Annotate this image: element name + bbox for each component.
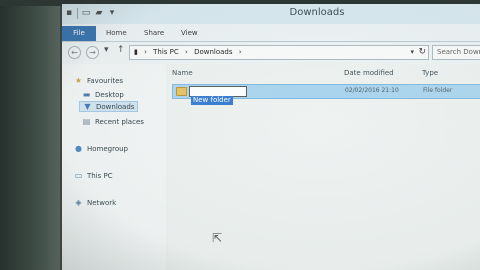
sidebar-item-label: Desktop [95,90,124,99]
address-dropdown-icon[interactable]: ▾ [410,48,414,56]
mouse-cursor-icon: ⇱ [212,231,223,245]
type-cell: File folder [423,87,453,94]
refresh-icon[interactable]: ↻ [418,47,426,57]
column-header-type[interactable]: Type [422,69,438,77]
window-title: Downloads [289,7,345,18]
breadcrumb-downloads[interactable]: Downloads [194,48,232,56]
column-header-date-modified[interactable]: Date modified [344,69,394,77]
recent-places-icon: ▤ [82,116,91,126]
chevron-icon[interactable]: › [144,48,147,56]
monitor-bezel [0,0,60,270]
pc-icon: ▮ [134,48,138,56]
table-row[interactable]: New folder 02/02/2016 21:10 File folder [172,84,480,105]
rename-text: New folder [191,96,233,105]
folder-icon [176,87,187,96]
sidebar-item-favourites[interactable]: ★ Favourites [74,75,123,86]
sidebar-item-desktop[interactable]: ▬ Desktop [82,89,124,100]
chevron-icon[interactable]: › [239,48,242,56]
tab-home[interactable]: Home [106,27,127,40]
star-icon: ★ [74,75,83,85]
title-bar: ▪ ▭ ▰ ▾ Downloads [62,4,480,24]
sidebar-item-label: Homegroup [87,144,129,153]
tab-share[interactable]: Share [144,27,164,40]
breadcrumb-this-pc[interactable]: This PC [153,48,179,56]
explorer-window: ▪ ▭ ▰ ▾ Downloads File Home Share View ←… [62,4,480,270]
downloads-icon: ▼ [84,101,91,111]
sidebar-item-network[interactable]: ◈ Network [74,197,116,208]
sidebar-item-label: Favourites [87,76,124,85]
computer-icon: ▭ [74,170,83,180]
navigation-pane: ★ Favourites ▬ Desktop ▼ Downloads ▤ Rec… [62,64,166,270]
sidebar-item-recent-places[interactable]: ▤ Recent places [82,116,144,127]
sidebar-item-this-pc[interactable]: ▭ This PC [74,170,113,181]
search-input[interactable]: Search Downl [432,45,480,60]
tab-view[interactable]: View [181,27,198,40]
recent-locations-icon[interactable]: ▾ [104,45,109,55]
date-modified-cell: 02/02/2016 21:10 [345,87,399,94]
column-header-name[interactable]: Name [172,69,193,77]
forward-button[interactable]: → [86,46,99,59]
breadcrumb: ▮ › This PC › Downloads › [134,48,246,56]
network-icon: ◈ [75,197,82,207]
back-button[interactable]: ← [68,46,81,59]
desktop-icon: ▬ [82,89,91,99]
ribbon-tabs: File Home Share View [62,24,480,42]
sidebar-item-label: Network [87,198,117,207]
address-bar[interactable]: ▮ › This PC › Downloads › ▾ ↻ [129,45,429,60]
up-arrow-icon[interactable]: ↑ [117,45,125,55]
homegroup-icon: ● [75,143,82,153]
rename-input[interactable]: New folder [189,86,247,105]
sidebar-item-label: Recent places [95,117,144,126]
sidebar-item-downloads[interactable]: ▼ Downloads [79,101,139,112]
address-row: ← → ▾ ↑ ▮ › This PC › Downloads › ▾ ↻ Se… [62,42,480,64]
sidebar-item-label: Downloads [96,102,135,111]
tab-file[interactable]: File [62,26,96,41]
sidebar-item-label: This PC [87,171,113,180]
sidebar-item-homegroup[interactable]: ● Homegroup [74,143,128,154]
chevron-icon[interactable]: › [185,48,188,56]
